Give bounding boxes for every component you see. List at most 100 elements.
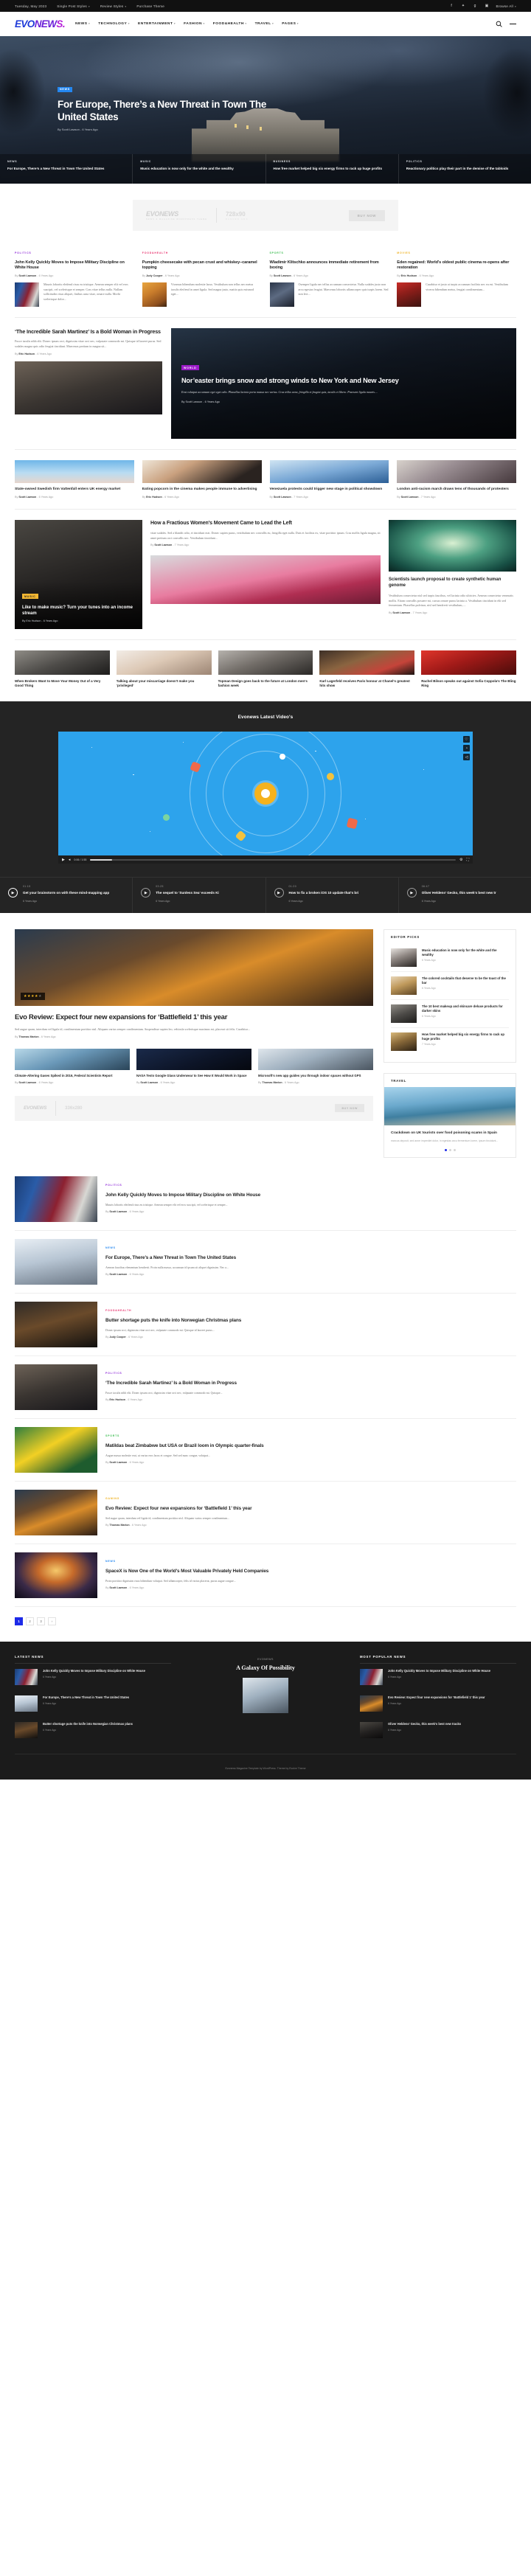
list-article[interactable]: FOOD&HEALTH Butter shortage puts the kni…: [15, 1294, 516, 1356]
list-article[interactable]: NEWS For Europe, There’s a New Threat in…: [15, 1231, 516, 1294]
page-2-button[interactable]: 2: [26, 1617, 34, 1625]
site-logo[interactable]: EVONEWS.: [15, 18, 65, 29]
page-1-button[interactable]: 1: [15, 1617, 23, 1625]
video-title[interactable]: Oliver Heldens’ Gecko, this week's best …: [422, 891, 496, 895]
article-category[interactable]: NEWS: [105, 1560, 116, 1563]
nav-item-travel[interactable]: TRAVEL▾: [255, 22, 274, 26]
video-list-item[interactable]: ▶ 06:47 Oliver Heldens’ Gecko, this week…: [399, 878, 531, 912]
article-title[interactable]: London anti-racism march draws tens of t…: [397, 487, 516, 493]
review-card[interactable]: ★★★★★ Evo Review: Expect four new expans…: [15, 929, 373, 1038]
nav-item-technology[interactable]: TECHNOLOGY▾: [98, 22, 130, 26]
article-thumbnail[interactable]: [319, 650, 414, 675]
hero-strip-item[interactable]: MUSIC Music education is now only for th…: [133, 154, 266, 184]
page-next-button[interactable]: ›: [48, 1617, 56, 1625]
video-list-item[interactable]: ▶ 03:25 The sequel to ‘Sunless Sea’ exce…: [133, 878, 266, 912]
browse-all-link[interactable]: Browse All▾: [496, 4, 516, 8]
article-card[interactable]: FOOD&HEALTH Pumpkin cheesecake with peca…: [142, 244, 262, 307]
mid-center-image[interactable]: [150, 555, 381, 604]
footer-list-item[interactable]: John Kelly Quickly Moves to Impose Milit…: [360, 1664, 516, 1690]
hero-strip-item[interactable]: BUSINESS How free market helped big six …: [266, 154, 399, 184]
article-thumbnail[interactable]: [15, 282, 39, 307]
list-item[interactable]: Music education is now only for the whit…: [391, 944, 509, 972]
mid-right-title[interactable]: Scientists launch proposal to create syn…: [389, 577, 516, 589]
article-card[interactable]: Eating popcorn in the cinema makes peopl…: [142, 460, 262, 499]
article-card[interactable]: Venezuela protests could trigger new sta…: [270, 460, 389, 499]
video-list-item[interactable]: ▶ 01:20 How to fix a broken iOS 10 updat…: [266, 878, 399, 912]
play-icon[interactable]: ▶: [8, 888, 18, 898]
article-title[interactable]: Talking about your miscarriage doesn't m…: [117, 679, 212, 689]
article-title[interactable]: When Brokers Want to Move Your Money Out…: [15, 679, 110, 689]
play-button[interactable]: ▶: [62, 858, 65, 862]
play-icon[interactable]: ▶: [141, 888, 150, 898]
article-thumbnail[interactable]: [117, 650, 212, 675]
article-card[interactable]: London anti-racism march draws tens of t…: [397, 460, 516, 499]
article-thumbnail[interactable]: [270, 282, 294, 307]
list-item-title[interactable]: The colored cocktails that deserve to be…: [422, 976, 509, 985]
mid-left-category[interactable]: MUSIC: [22, 594, 38, 599]
heart-icon[interactable]: ♡: [463, 736, 470, 743]
article-title[interactable]: ‘The Incredible Sarah Martinez’ Is a Bol…: [105, 1381, 516, 1386]
article-card[interactable]: When Brokers Want to Move Your Money Out…: [15, 650, 110, 689]
list-article[interactable]: SPORTS Matildas beat Zimbabwe but USA or…: [15, 1419, 516, 1482]
footer-item-title[interactable]: John Kelly Quickly Moves to Impose Milit…: [388, 1669, 490, 1673]
article-title[interactable]: Eden regained: World's oldest public cin…: [397, 260, 516, 271]
nav-item-pages[interactable]: PAGES▾: [282, 22, 299, 26]
mid-center-title[interactable]: How a Fractious Women's Movement Came to…: [150, 520, 381, 527]
article-thumbnail[interactable]: [397, 282, 421, 307]
article-thumbnail[interactable]: [15, 1302, 97, 1347]
article-title[interactable]: Butter shortage puts the knife into Norw…: [105, 1318, 516, 1324]
nav-item-fashion[interactable]: FASHION▾: [184, 22, 205, 26]
hero-strip-item[interactable]: NEWS For Europe, There’s a New Threat in…: [0, 154, 133, 184]
nav-item-news[interactable]: NEWS▾: [75, 22, 90, 26]
article-thumbnail[interactable]: [142, 460, 262, 483]
mid-right-image[interactable]: [389, 520, 516, 572]
footer-item-title[interactable]: Butter shortage puts the knife into Norw…: [43, 1722, 133, 1726]
article-title[interactable]: Climate-Altering Gases Spiked in 2016, F…: [15, 1074, 130, 1078]
feature-right-title[interactable]: Nor’easter brings snow and strong winds …: [181, 377, 506, 386]
article-thumbnail[interactable]: [142, 282, 167, 307]
list-article[interactable]: POLITICS ‘The Incredible Sarah Martinez’…: [15, 1356, 516, 1419]
article-card[interactable]: MOVIES Eden regained: World's oldest pub…: [397, 244, 516, 307]
article-card[interactable]: SPORTS Wladimir Klitschko announces imme…: [270, 244, 389, 307]
topbar-link-purchase-theme[interactable]: Purchase Theme: [136, 4, 164, 8]
list-item-title[interactable]: How free market helped big six energy fi…: [422, 1032, 509, 1041]
article-title[interactable]: Karl Lagerfeld receives Paris honour at …: [319, 679, 414, 689]
article-title[interactable]: State-owned Swedish firm Vattenfall ente…: [15, 487, 134, 493]
list-item-title[interactable]: Music education is now only for the whit…: [422, 948, 509, 957]
search-icon[interactable]: [496, 21, 502, 27]
article-category[interactable]: FOOD&HEALTH: [105, 1309, 131, 1312]
fullscreen-icon[interactable]: ⛶: [466, 858, 469, 862]
play-icon[interactable]: ▶: [407, 888, 417, 898]
article-title[interactable]: SpaceX is Now One of the World's Most Va…: [105, 1569, 516, 1575]
settings-icon[interactable]: ⚙: [459, 858, 462, 862]
article-category[interactable]: SPORTS: [270, 251, 284, 254]
article-thumbnail[interactable]: [15, 1552, 97, 1598]
list-item[interactable]: The 10 best makeup and skincare deluxe p…: [391, 1000, 509, 1028]
topbar-link-review-styles[interactable]: Review Styles▾: [100, 4, 126, 8]
nav-item-foodhealth[interactable]: FOOD&HEALTH▾: [213, 22, 247, 26]
travel-image-wrap[interactable]: [384, 1087, 516, 1125]
feature-left-title[interactable]: ‘The Incredible Sarah Martinez’ Is a Bol…: [15, 328, 162, 336]
article-card[interactable]: NASA Tests Google Glass Underwear to See…: [136, 1049, 251, 1084]
article-card[interactable]: Talking about your miscarriage doesn't m…: [117, 650, 212, 689]
article-title[interactable]: Matildas beat Zimbabwe but USA or Brazil…: [105, 1443, 516, 1449]
mid-right-article[interactable]: Scientists launch proposal to create syn…: [389, 520, 516, 629]
article-category[interactable]: NEWS: [105, 1246, 116, 1249]
list-article[interactable]: POLITICS John Kelly Quickly Moves to Imp…: [15, 1168, 516, 1231]
twitter-icon[interactable]: ✦: [461, 2, 466, 10]
video-title[interactable]: Get your brainstorm on with these mind-m…: [23, 891, 109, 895]
footer-list-item[interactable]: For Europe, There’s a New Threat in Town…: [15, 1690, 171, 1717]
list-article[interactable]: NEWS SpaceX is Now One of the World's Mo…: [15, 1544, 516, 1607]
article-thumbnail[interactable]: [136, 1049, 251, 1070]
article-card[interactable]: Topman Design goes back to the future at…: [218, 650, 313, 689]
topbar-link-single-post-styles[interactable]: Single Post Styles▾: [57, 4, 90, 8]
article-title[interactable]: Evo Review: Expect four new expansions f…: [105, 1506, 516, 1512]
article-card[interactable]: Rachel Bilson speaks out against Sofia C…: [421, 650, 516, 689]
feature-right-article[interactable]: WORLD Nor’easter brings snow and strong …: [171, 328, 516, 439]
article-thumbnail[interactable]: [258, 1049, 373, 1070]
article-title[interactable]: Venezuela protests could trigger new sta…: [270, 487, 389, 493]
footer-item-title[interactable]: Oliver Heldens’ Gecko, this week's best …: [388, 1722, 461, 1726]
hamburger-icon[interactable]: [510, 21, 516, 27]
article-card[interactable]: Microsoft's new app guides you through i…: [258, 1049, 373, 1084]
travel-carousel-dots[interactable]: [384, 1149, 516, 1157]
